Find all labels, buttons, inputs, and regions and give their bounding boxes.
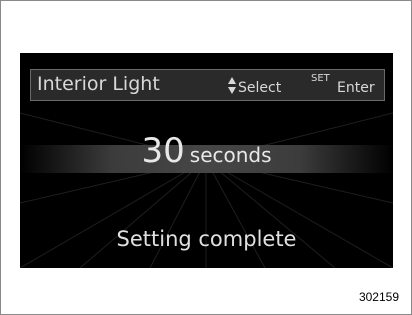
enter-hint: Enter — [337, 80, 375, 96]
set-button-hint: SET — [311, 73, 330, 84]
menu-title: Interior Light — [37, 73, 160, 95]
select-hint: Select — [238, 80, 282, 96]
up-down-triangle-icon — [228, 77, 236, 94]
display-screen: Interior Light Select SET Enter 30 secon… — [20, 53, 393, 268]
header-bar: Interior Light Select SET Enter — [30, 69, 385, 101]
value-number: 30 — [141, 131, 185, 171]
value-display[interactable]: 30 seconds — [20, 131, 393, 171]
status-message: Setting complete — [116, 227, 297, 251]
value-unit: seconds — [189, 143, 272, 167]
figure-number: 302159 — [358, 290, 399, 304]
figure-frame: Interior Light Select SET Enter 30 secon… — [0, 0, 412, 315]
